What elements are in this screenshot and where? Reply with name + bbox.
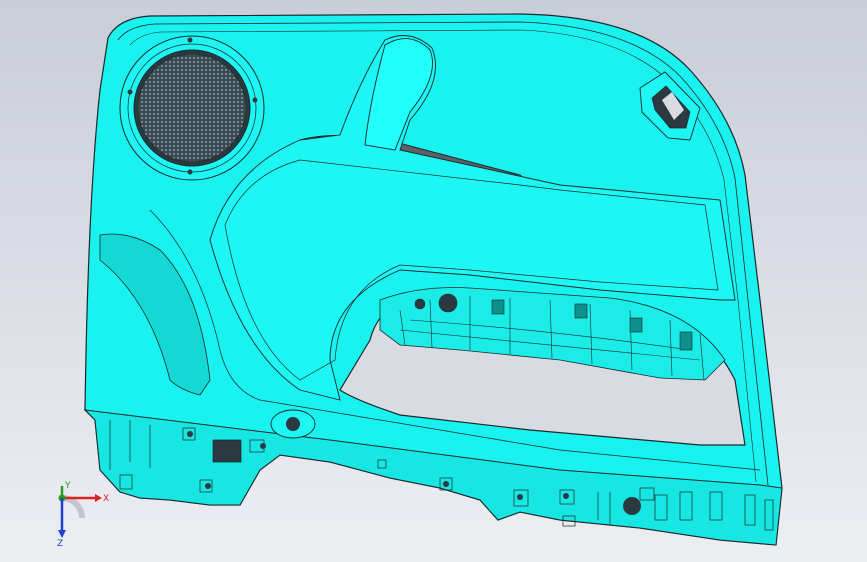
speaker-grille <box>119 35 265 181</box>
axis-triad-graphic: X Y Z <box>57 481 109 549</box>
z-axis-label: Z <box>57 539 63 548</box>
axis-triad: X Y Z <box>40 478 120 549</box>
z-arrow <box>58 530 66 538</box>
x-arrow <box>95 494 102 502</box>
x-axis-label: X <box>103 494 109 504</box>
3d-viewport[interactable]: X Y Z <box>0 0 867 562</box>
y-axis-label: Y <box>64 481 71 491</box>
door-panel-model[interactable] <box>0 0 867 562</box>
lower-clip-tower <box>270 409 316 439</box>
